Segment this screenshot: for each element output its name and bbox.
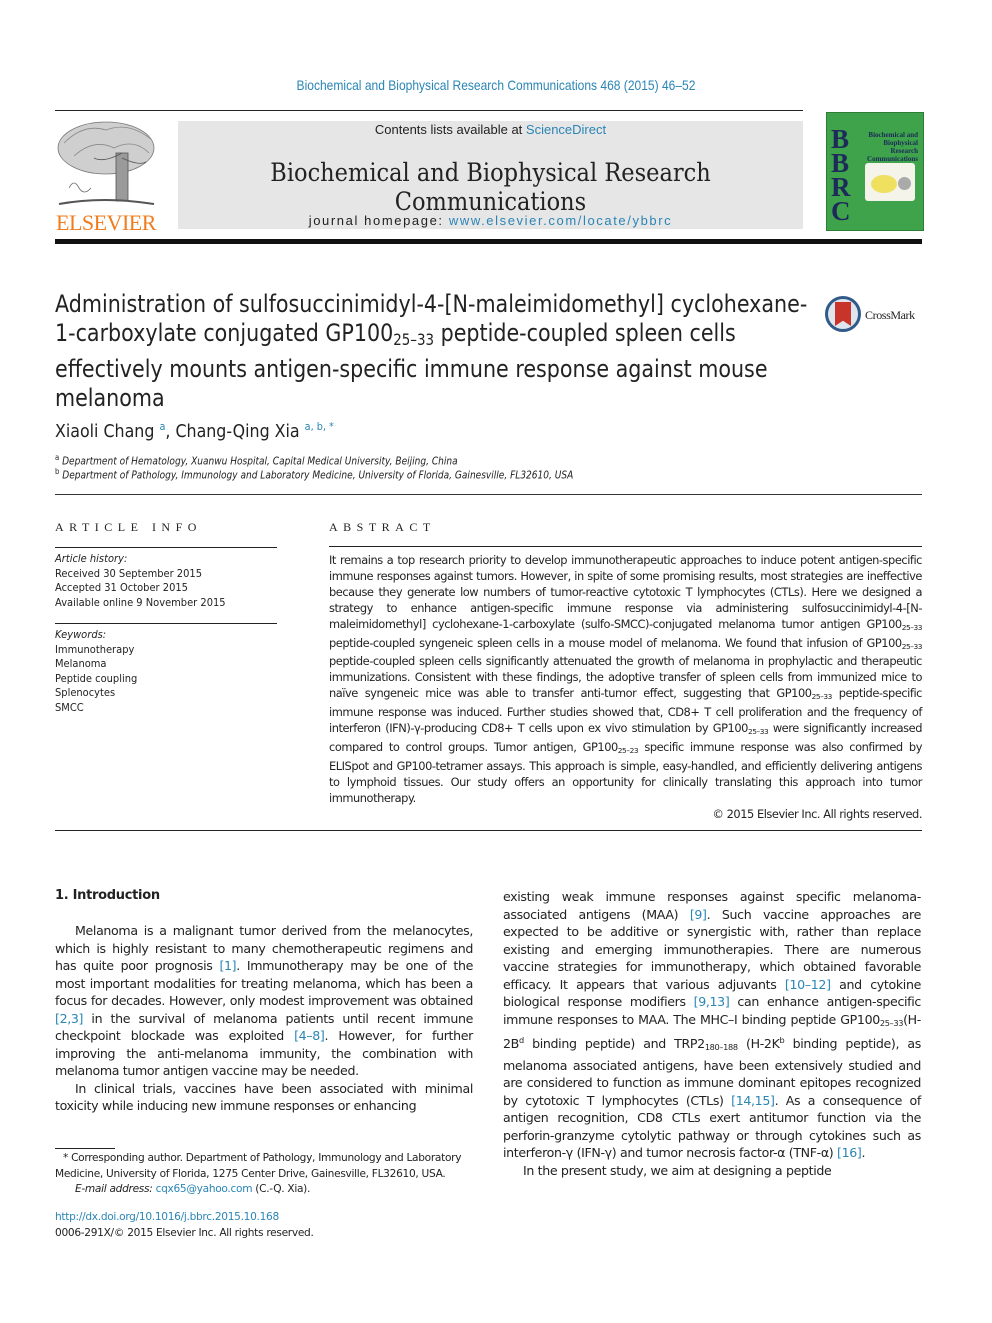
issn-copyright: 0006-291X/© 2015 Elsevier Inc. All right… <box>55 1226 314 1239</box>
keywords: Keywords: Immunotherapy Melanoma Peptide… <box>55 628 255 715</box>
email-label: E-mail address: <box>75 1183 156 1195</box>
history-item: Accepted 31 October 2015 <box>55 581 188 594</box>
abstract-subscript: 25–23 <box>617 745 639 755</box>
reference-link[interactable]: [1] <box>219 958 236 973</box>
article-info-rule <box>55 547 277 548</box>
affiliation-mark: a <box>55 453 60 462</box>
affiliation-mark: b <box>55 467 60 476</box>
cover-title-line: Communications <box>867 155 918 163</box>
footnote-rule <box>55 1148 115 1149</box>
email-suffix: (C.-Q. Xia). <box>252 1183 311 1195</box>
keyword: Melanoma <box>55 657 107 670</box>
abstract-paragraph: It remains a top research priority to de… <box>329 553 922 807</box>
keyword: Splenocytes <box>55 686 116 699</box>
cover-figure-cell <box>898 177 911 190</box>
affiliation: b Department of Pathology, Immunology an… <box>55 467 573 482</box>
doi-block: http://dx.doi.org/10.1016/j.bbrc.2015.10… <box>55 1210 314 1241</box>
article-info-heading: ARTICLE INFO <box>55 520 202 534</box>
front-matter-rule <box>55 830 922 831</box>
header-rule <box>55 110 803 111</box>
body-column-left: Melanoma is a malignant tumor derived fr… <box>55 922 473 1115</box>
affiliation: a Department of Hematology, Xuanwu Hospi… <box>55 453 458 468</box>
cover-figure-cell <box>871 175 897 193</box>
author-list: Xiaoli Chang a, Chang-Qing Xia a, b, * <box>55 420 334 442</box>
affiliation-text: Department of Pathology, Immunology and … <box>62 469 574 482</box>
article-title: Administration of sulfosuccinimidyl-4-[N… <box>55 290 812 413</box>
keywords-rule <box>55 623 277 624</box>
body-paragraph: In clinical trials, vaccines have been a… <box>55 1080 473 1114</box>
contents-line: Contents lists available at ScienceDirec… <box>178 122 803 137</box>
author-name[interactable]: Xiaoli Chang <box>55 421 154 442</box>
journal-name: Biochemical and Biophysical Research Com… <box>270 158 711 216</box>
header-thick-rule <box>55 239 922 244</box>
history-item: Received 30 September 2015 <box>55 566 203 580</box>
cover-letter: C <box>831 196 851 226</box>
sciencedirect-link[interactable]: ScienceDirect <box>526 122 606 137</box>
elsevier-wordmark: ELSEVIER <box>56 210 156 235</box>
section-rule <box>55 494 922 495</box>
reference-link[interactable]: [4–8] <box>294 1028 325 1043</box>
cover-title-line: Biophysical <box>883 139 918 147</box>
abstract-text: It remains a top research priority to de… <box>329 553 922 631</box>
homepage-link[interactable]: www.elsevier.com/locate/ybbrc <box>449 213 672 228</box>
journal-cover-thumbnail[interactable]: B B R C Biochemical and Biophysical Rese… <box>826 112 924 231</box>
body-paragraph: In the present study, we aim at designin… <box>523 1162 832 1178</box>
reference-link[interactable]: [10–12] <box>785 977 831 992</box>
author-name[interactable]: Chang-Qing Xia <box>175 421 299 442</box>
keyword: Immunotherapy <box>55 642 135 656</box>
body-text: . <box>861 1145 866 1161</box>
corresponding-author-text: * Corresponding author. Department of Pa… <box>55 1152 462 1180</box>
keywords-label: Keywords: <box>55 628 107 641</box>
abstract-rule <box>329 546 922 547</box>
journal-masthead: Contents lists available at ScienceDirec… <box>178 121 803 229</box>
abstract-subscript: 25–33 <box>747 726 769 736</box>
crossmark-button[interactable]: CrossMark <box>825 296 925 336</box>
cover-title-line: Biochemical and <box>868 131 918 139</box>
contents-prefix: Contents lists available at <box>374 122 526 137</box>
crossmark-label: CrossMark <box>865 308 915 322</box>
body-subscript: 25–33 <box>879 1017 904 1028</box>
introduction-heading: 1. Introduction <box>55 888 160 903</box>
corresponding-author-footnote: * Corresponding author. Department of Pa… <box>55 1151 473 1198</box>
title-subscript: 25–33 <box>393 330 435 349</box>
elsevier-logo[interactable]: ELSEVIER <box>54 118 158 236</box>
homepage-prefix: journal homepage: <box>308 213 449 228</box>
author-separator: , <box>165 421 176 442</box>
history-item: Available online 9 November 2015 <box>55 595 226 609</box>
elsevier-tree-icon <box>57 121 155 205</box>
reference-link[interactable]: [16] <box>837 1145 862 1160</box>
abstract-subscript: 25–33 <box>901 622 923 632</box>
email-link[interactable]: cqx65@yahoo.com <box>156 1183 253 1195</box>
article-history: Article history: Received 30 September 2… <box>55 552 255 610</box>
reference-link[interactable]: [9,13] <box>694 994 730 1009</box>
abstract-heading: ABSTRACT <box>329 520 436 534</box>
abstract-subscript: 25–33 <box>901 641 923 651</box>
cover-title-line: Research <box>890 147 918 155</box>
reference-link[interactable]: [2,3] <box>55 1011 83 1026</box>
abstract-body: It remains a top research priority to de… <box>329 553 922 822</box>
body-text: (H-2K <box>737 1036 780 1052</box>
body-paragraph: existing weak immune responses against s… <box>503 888 921 1162</box>
email-line: E-mail address: cqx65@yahoo.com (C.-Q. X… <box>55 1182 473 1198</box>
journal-citation[interactable]: Biochemical and Biophysical Research Com… <box>69 77 922 93</box>
abstract-copyright: © 2015 Elsevier Inc. All rights reserved… <box>712 806 922 821</box>
homepage-line: journal homepage: www.elsevier.com/locat… <box>178 213 803 228</box>
keyword: Peptide coupling <box>55 671 138 685</box>
body-column-right: existing weak immune responses against s… <box>503 888 921 1179</box>
affiliation-text: Department of Hematology, Xuanwu Hospita… <box>62 455 458 468</box>
cover-title: Biochemical and Biophysical Research Com… <box>864 131 918 163</box>
keyword: SMCC <box>55 700 84 714</box>
cover-figure <box>865 163 915 201</box>
body-subscript: 180–188 <box>704 1042 738 1053</box>
cover-letters: B B R C <box>831 126 851 226</box>
reference-link[interactable]: [9] <box>690 907 707 922</box>
body-text: binding peptide) and TRP2 <box>523 1036 705 1052</box>
doi-link[interactable]: http://dx.doi.org/10.1016/j.bbrc.2015.10… <box>55 1211 279 1223</box>
reference-link[interactable]: [14,15] <box>731 1093 775 1108</box>
abstract-text: peptide-coupled syngeneic spleen cells i… <box>329 635 902 650</box>
body-paragraph: Melanoma is a malignant tumor derived fr… <box>55 922 473 1080</box>
abstract-subscript: 25–33 <box>811 692 833 702</box>
author-affiliation-mark[interactable]: a, b, * <box>305 420 334 433</box>
history-label: Article history: <box>55 552 128 565</box>
